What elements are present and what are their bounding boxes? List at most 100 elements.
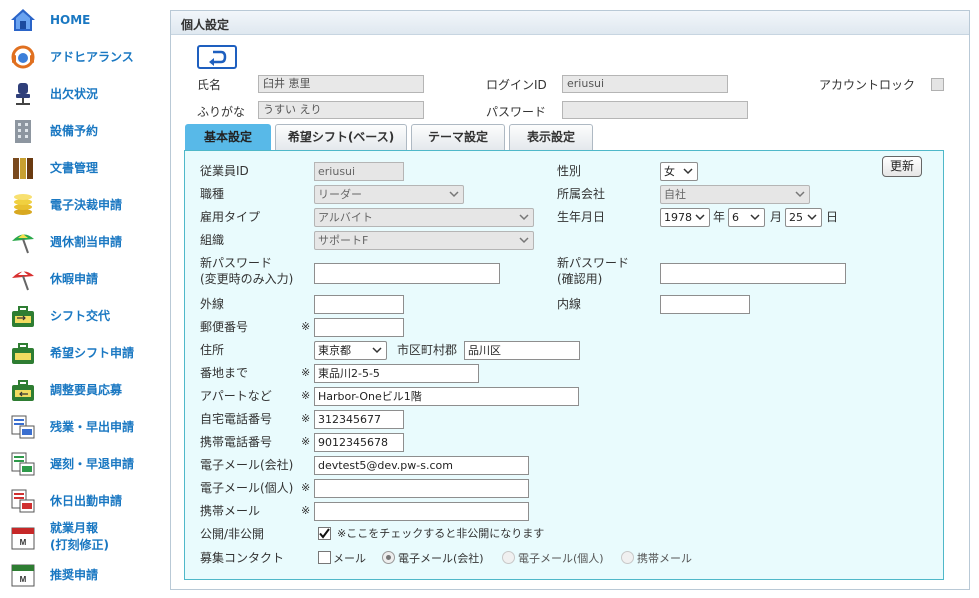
account-lock-label: アカウントロック (819, 78, 916, 92)
private-checkbox[interactable] (318, 527, 331, 540)
city-input[interactable]: 品川区 (464, 341, 580, 360)
new-password-input[interactable] (314, 263, 500, 284)
birth-month-select[interactable]: 6 (728, 208, 765, 227)
gender-select[interactable]: 女 (660, 162, 698, 181)
new-password-label-line1: 新パスワード (200, 256, 273, 270)
sidebar-item-shift-swap[interactable]: シフト交代 (0, 297, 160, 334)
binders-icon (13, 158, 33, 179)
mobile-phone-label: 携帯電話番号 (200, 435, 273, 449)
contact-mail-label: メール (333, 552, 366, 565)
sidebar-item-home[interactable]: HOME (0, 1, 160, 38)
job-type-label: 職種 (200, 187, 225, 201)
tab-basic-settings[interactable]: 基本設定 (185, 124, 271, 151)
gender-label: 性別 (557, 164, 582, 178)
organization-value: サポートF (318, 234, 369, 247)
email-personal-input[interactable] (314, 479, 529, 498)
required-mark: ※ (301, 435, 311, 448)
personal-settings-panel: 個人設定 氏名 臼井 恵里 ログインID eriusui アカウントロック ふり… (170, 10, 970, 590)
sidebar-item-monthly-report[interactable]: M 就業月報 (打刻修正) (0, 519, 160, 556)
confirm-password-label-line1: 新パスワード (557, 256, 630, 270)
private-note: ※ここをチェックすると非公開になります (337, 527, 545, 540)
organization-label: 組織 (200, 233, 225, 247)
prefecture-select[interactable]: 東京都 (314, 341, 387, 360)
tab-preferred-shift[interactable]: 希望シフト(ベース) (275, 124, 407, 150)
toolbox-arrow-icon (12, 380, 34, 401)
mobile-mail-label: 携帯メール (200, 504, 261, 518)
sidebar-item-holiday-work[interactable]: 休日出勤申請 (0, 482, 160, 519)
sidebar-item-late[interactable]: 遅刻・早退申請 (0, 445, 160, 482)
outside-line-label: 外線 (200, 297, 225, 311)
name-field: 臼井 恵里 (258, 75, 424, 93)
contact-company-label: 電子メール(会社) (398, 552, 484, 565)
required-mark: ※ (301, 412, 311, 425)
sidebar-item-attendance[interactable]: 出欠状況 (0, 75, 160, 112)
required-mark: ※ (301, 389, 311, 402)
building-input[interactable]: Harbor-Oneビル1階 (314, 387, 579, 406)
sidebar-item-recommend[interactable]: M 推奨申請 (0, 556, 160, 593)
sidebar-item-documents[interactable]: 文書管理 (0, 149, 160, 186)
basic-settings-form: 更新 従業員ID eriusui 性別 女 職種 リーダー 所属会社 自社 雇用… (184, 150, 944, 580)
tab-display-settings[interactable]: 表示設定 (509, 124, 593, 150)
sidebar-item-overtime[interactable]: 残業・早出申請 (0, 408, 160, 445)
chevron-down-icon (795, 191, 805, 198)
gender-select-value: 女 (664, 165, 675, 178)
email-company-input[interactable]: devtest5@dev.pw-s.com (314, 456, 529, 475)
chevron-down-icon (519, 237, 529, 244)
sidebar-item-facility[interactable]: 設備予約 (0, 112, 160, 149)
password-field (562, 101, 748, 119)
sidebar-item-label: アドヒアランス (50, 50, 134, 64)
required-mark: ※ (301, 504, 311, 517)
birth-day-select[interactable]: 25 (785, 208, 822, 227)
sidebar-item-label: シフト交代 (50, 309, 111, 323)
sidebar-item-label: 電子決裁申請 (50, 198, 123, 212)
confirm-password-label-line2: (確認用) (557, 272, 603, 286)
chair-icon (16, 83, 30, 105)
tab-theme-settings[interactable]: テーマ設定 (411, 124, 505, 150)
sidebar-item-label: 休暇申請 (50, 272, 99, 286)
confirm-password-input[interactable] (660, 263, 846, 284)
public-label: 公開/非公開 (200, 527, 265, 541)
birth-year-value: 1978 (664, 211, 692, 224)
contact-personal-label: 電子メール(個人) (518, 552, 604, 565)
sidebar-item-approval[interactable]: 電子決裁申請 (0, 186, 160, 223)
birthdate-label: 生年月日 (557, 210, 606, 224)
sidebar-item-adherence[interactable]: アドヒアランス (0, 38, 160, 75)
sidebar-item-leave[interactable]: 休暇申請 (0, 260, 160, 297)
contact-mail-checkbox[interactable] (318, 551, 331, 564)
chevron-down-icon (372, 347, 382, 354)
home-phone-input[interactable]: 312345677 (314, 410, 404, 429)
company-select: 自社 (660, 185, 810, 204)
back-button[interactable] (197, 45, 237, 69)
sidebar-item-label-line1: 就業月報 (50, 521, 99, 535)
new-password-label: 新パスワード (変更時のみ入力) (200, 255, 293, 287)
contact-mobile-radio[interactable] (621, 551, 634, 564)
sidebar-item-shift-request[interactable]: 希望シフト申請 (0, 334, 160, 371)
sidebar-item-label: 就業月報 (打刻修正) (50, 520, 109, 554)
required-mark: ※ (301, 366, 311, 379)
month-calendar-green-icon: M (11, 564, 35, 587)
timesheet-red-icon (11, 489, 35, 513)
mobile-mail-input[interactable] (314, 502, 529, 521)
organization-select: サポートF (314, 231, 534, 250)
address-label: 住所 (200, 343, 225, 357)
chevron-down-icon (683, 168, 693, 175)
update-button[interactable]: 更新 (882, 156, 922, 177)
contact-personal-radio[interactable] (502, 551, 515, 564)
sidebar-item-weekly-off[interactable]: 週休割当申請 (0, 223, 160, 260)
sidebar-item-label: 休日出勤申請 (50, 494, 123, 508)
birth-month-value: 6 (732, 211, 739, 224)
street-input[interactable]: 東品川2-5-5 (314, 364, 479, 383)
postal-code-input[interactable] (314, 318, 404, 337)
page-title: 個人設定 (181, 18, 230, 32)
account-lock-checkbox[interactable] (931, 78, 944, 91)
prefecture-value: 東京都 (318, 344, 351, 357)
birth-year-select[interactable]: 1978 (660, 208, 710, 227)
timesheet-green-icon (11, 452, 35, 476)
sidebar-item-label: 遅刻・早退申請 (50, 457, 135, 471)
contact-company-radio[interactable] (382, 551, 395, 564)
sidebar-item-label: 残業・早出申請 (50, 420, 135, 434)
mobile-phone-input[interactable]: 9012345678 (314, 433, 404, 452)
inside-line-input[interactable] (660, 295, 750, 314)
sidebar-item-adjuster[interactable]: 調整要員応募 (0, 371, 160, 408)
outside-line-input[interactable] (314, 295, 404, 314)
